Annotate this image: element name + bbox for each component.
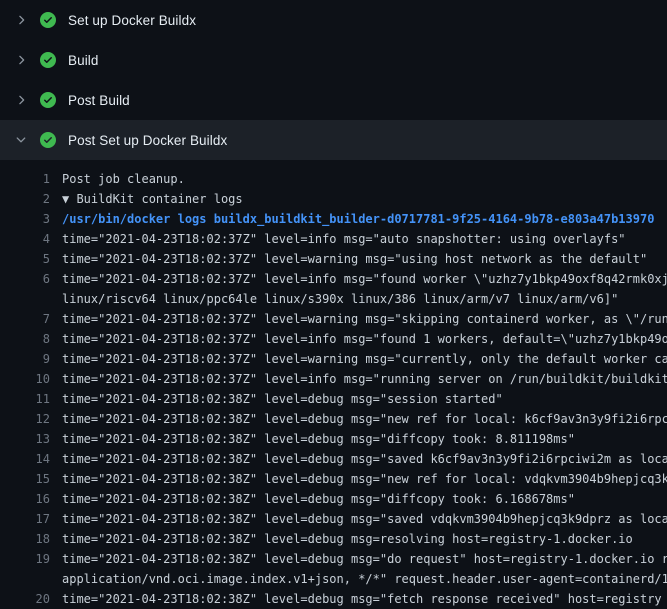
log-text: time="2021-04-23T18:02:37Z" level=warnin… [50,349,667,369]
log-row: 11time="2021-04-23T18:02:38Z" level=debu… [0,389,667,409]
log-text: time="2021-04-23T18:02:38Z" level=debug … [50,449,667,469]
line-number[interactable]: 7 [0,309,50,329]
line-number [0,289,50,309]
line-number[interactable]: 11 [0,389,50,409]
line-number[interactable]: 2 [0,189,50,209]
line-number[interactable]: 18 [0,529,50,549]
log-row: 3/usr/bin/docker logs buildx_buildkit_bu… [0,209,667,229]
check-circle-icon [40,12,56,28]
line-number[interactable]: 12 [0,409,50,429]
log-group-toggle[interactable]: ▼ BuildKit container logs [50,189,243,209]
line-number[interactable]: 15 [0,469,50,489]
step-header-build[interactable]: Build [0,40,667,80]
line-number[interactable]: 8 [0,329,50,349]
log-row: 16time="2021-04-23T18:02:38Z" level=debu… [0,489,667,509]
step-label: Build [68,53,99,68]
log-row: 2▼ BuildKit container logs [0,189,667,209]
log-text: time="2021-04-23T18:02:38Z" level=debug … [50,509,667,529]
check-circle-icon [40,132,56,148]
line-number[interactable]: 1 [0,169,50,189]
log-row: 15time="2021-04-23T18:02:38Z" level=debu… [0,469,667,489]
log-text: time="2021-04-23T18:02:37Z" level=info m… [50,369,667,389]
log-text: time="2021-04-23T18:02:37Z" level=info m… [50,329,667,349]
step-label: Post Build [68,93,130,108]
log-text: time="2021-04-23T18:02:37Z" level=info m… [50,269,667,289]
step-header-set-up-docker-buildx[interactable]: Set up Docker Buildx [0,0,667,40]
step-label: Set up Docker Buildx [68,13,196,28]
line-number[interactable]: 19 [0,549,50,569]
log-row: 4time="2021-04-23T18:02:37Z" level=info … [0,229,667,249]
log-row-continuation: application/vnd.oci.image.index.v1+json,… [0,569,667,589]
line-number[interactable]: 20 [0,589,50,609]
log-text: time="2021-04-23T18:02:38Z" level=debug … [50,589,662,609]
log-row: 6time="2021-04-23T18:02:37Z" level=info … [0,269,667,289]
log-row: 9time="2021-04-23T18:02:37Z" level=warni… [0,349,667,369]
log-row: 18time="2021-04-23T18:02:38Z" level=debu… [0,529,667,549]
chevron-right-icon [13,12,29,28]
line-number[interactable]: 5 [0,249,50,269]
line-number[interactable]: 13 [0,429,50,449]
log-row: 14time="2021-04-23T18:02:38Z" level=debu… [0,449,667,469]
log-row: 8time="2021-04-23T18:02:37Z" level=info … [0,329,667,349]
line-number[interactable]: 14 [0,449,50,469]
log-row: 1Post job cleanup. [0,169,667,189]
line-number[interactable]: 6 [0,269,50,289]
log-text: time="2021-04-23T18:02:38Z" level=debug … [50,469,667,489]
log-row: 19time="2021-04-23T18:02:38Z" level=debu… [0,549,667,569]
log-text: time="2021-04-23T18:02:38Z" level=debug … [50,409,667,429]
log-text: Post job cleanup. [50,169,185,189]
log-viewer: 1Post job cleanup.2▼ BuildKit container … [0,160,667,609]
step-header-post-set-up-docker-buildx[interactable]: Post Set up Docker Buildx [0,120,667,160]
line-number[interactable]: 4 [0,229,50,249]
log-row: 5time="2021-04-23T18:02:37Z" level=warni… [0,249,667,269]
check-circle-icon [40,52,56,68]
log-row-continuation: linux/riscv64 linux/ppc64le linux/s390x … [0,289,667,309]
step-header-post-build[interactable]: Post Build [0,80,667,120]
log-text: time="2021-04-23T18:02:38Z" level=debug … [50,489,575,509]
steps-list: Set up Docker Buildx Build Post Build Post … [0,0,667,160]
log-text: time="2021-04-23T18:02:38Z" level=debug … [50,389,503,409]
line-number [0,569,50,589]
log-text: time="2021-04-23T18:02:38Z" level=debug … [50,529,633,549]
line-number[interactable]: 17 [0,509,50,529]
log-text: time="2021-04-23T18:02:37Z" level=info m… [50,229,626,249]
log-row: 12time="2021-04-23T18:02:38Z" level=debu… [0,409,667,429]
log-text: time="2021-04-23T18:02:37Z" level=warnin… [50,309,667,329]
line-number[interactable]: 16 [0,489,50,509]
log-command-text: /usr/bin/docker logs buildx_buildkit_bui… [50,209,654,229]
step-label: Post Set up Docker Buildx [68,133,227,148]
log-text: application/vnd.oci.image.index.v1+json,… [50,569,667,589]
log-text: time="2021-04-23T18:02:38Z" level=debug … [50,429,575,449]
log-text: linux/riscv64 linux/ppc64le linux/s390x … [50,289,618,309]
line-number[interactable]: 3 [0,209,50,229]
log-row: 17time="2021-04-23T18:02:38Z" level=debu… [0,509,667,529]
log-row: 13time="2021-04-23T18:02:38Z" level=debu… [0,429,667,449]
log-row: 20time="2021-04-23T18:02:38Z" level=debu… [0,589,667,609]
log-text: time="2021-04-23T18:02:37Z" level=warnin… [50,249,647,269]
line-number[interactable]: 10 [0,369,50,389]
line-number[interactable]: 9 [0,349,50,369]
log-text: time="2021-04-23T18:02:38Z" level=debug … [50,549,667,569]
chevron-right-icon [13,52,29,68]
log-row: 10time="2021-04-23T18:02:37Z" level=info… [0,369,667,389]
chevron-right-icon [13,92,29,108]
log-row: 7time="2021-04-23T18:02:37Z" level=warni… [0,309,667,329]
check-circle-icon [40,92,56,108]
chevron-down-icon [13,132,29,148]
